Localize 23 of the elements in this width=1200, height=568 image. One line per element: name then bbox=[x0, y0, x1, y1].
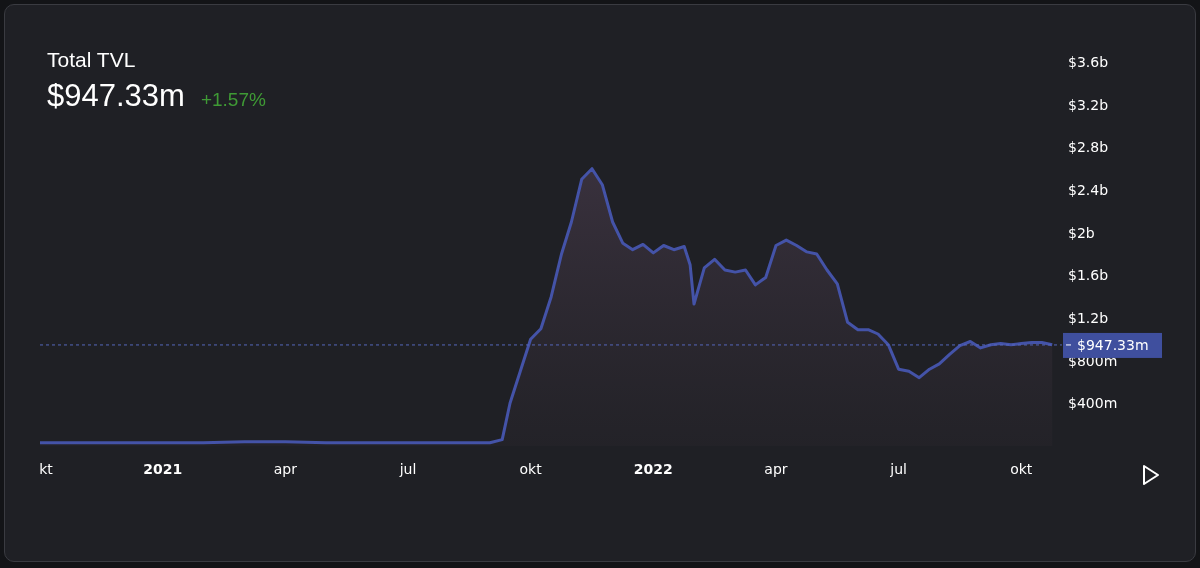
play-icon[interactable] bbox=[1143, 465, 1159, 485]
y-axis-label: $2.4b bbox=[1068, 182, 1109, 198]
x-axis-label: apr bbox=[273, 461, 297, 477]
y-axis-label: $2.8b bbox=[1068, 139, 1109, 156]
y-axis-label: $2b bbox=[1068, 224, 1095, 241]
x-axis-label: okt bbox=[519, 461, 542, 477]
x-axis-label: apr bbox=[764, 461, 788, 477]
price-tag: $947.33m bbox=[1063, 332, 1162, 358]
x-axis-label: okt bbox=[1010, 461, 1033, 477]
y-axis-label: $3.2b bbox=[1068, 96, 1109, 113]
x-axis-label: 2022 bbox=[633, 461, 673, 477]
x-axis-label: 2021 bbox=[143, 461, 183, 477]
x-axis-label: kt bbox=[39, 461, 53, 477]
chart-title: Total TVL bbox=[47, 48, 136, 72]
x-axis-label: jul bbox=[399, 461, 417, 477]
y-axis-label: $1.6b bbox=[1068, 267, 1109, 284]
y-axis-label: $1.2b bbox=[1068, 310, 1109, 326]
tvl-value: $947.33m bbox=[47, 78, 185, 114]
y-axis-label: $3.6b bbox=[1068, 54, 1109, 70]
x-axis-label: jul bbox=[890, 461, 907, 477]
y-axis-label: $400m bbox=[1068, 395, 1118, 412]
ref-line-label: $947.33m bbox=[1077, 336, 1149, 353]
change-percent: +1.57% bbox=[200, 89, 266, 111]
